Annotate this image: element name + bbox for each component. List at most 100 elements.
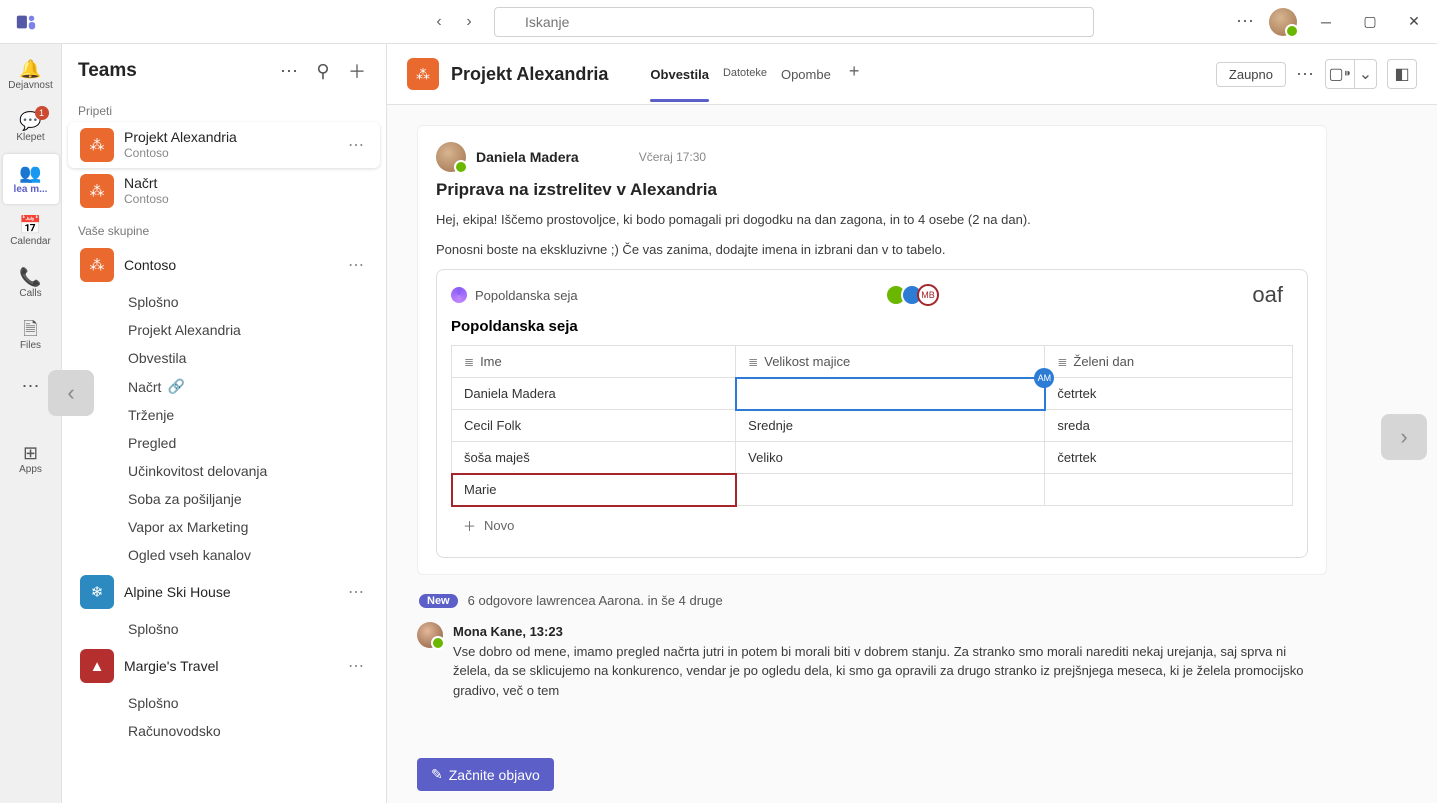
sidebar-filter-button[interactable]: ⚲: [310, 58, 336, 84]
table-cell[interactable]: četrtek: [1045, 442, 1293, 474]
settings-more-button[interactable]: ⋯: [1236, 11, 1255, 32]
channel-label: Pregled: [128, 435, 176, 451]
rail-calls-label: Calls: [19, 288, 41, 299]
table-row[interactable]: Cecil Folk Srednje sreda: [452, 410, 1293, 442]
table-cell[interactable]: Veliko: [736, 442, 1045, 474]
window-maximize-button[interactable]: ▢: [1355, 7, 1385, 37]
table-cell[interactable]: četrtek: [1045, 378, 1293, 410]
profile-avatar[interactable]: [1269, 8, 1297, 36]
channel-item[interactable]: Vapor ax Marketing: [68, 513, 380, 541]
pinned-team-alexandria[interactable]: ⁂ Projekt Alexandria Contoso ⋯: [68, 122, 380, 168]
table-cell-editing[interactable]: AM: [736, 378, 1045, 410]
history-back-button[interactable]: ‹: [426, 9, 452, 35]
sensitivity-button[interactable]: Zaupno: [1216, 62, 1286, 87]
channel-item[interactable]: Učinkovitost delovanja: [68, 457, 380, 485]
rail-calendar[interactable]: 📅 Calendar: [3, 206, 59, 256]
text-column-icon: ≣: [1057, 355, 1067, 369]
table-row[interactable]: šoša maješ Veliko četrtek: [452, 442, 1293, 474]
search-input[interactable]: [494, 7, 1094, 37]
channel-item[interactable]: Pregled: [68, 429, 380, 457]
table-row[interactable]: Marie: [452, 474, 1293, 506]
th-label: Ime: [480, 354, 502, 369]
sidebar-more-button[interactable]: ⋯: [276, 58, 302, 84]
post-author: Daniela Madera: [476, 149, 579, 165]
table-cell[interactable]: [1045, 474, 1293, 506]
loop-title: Popoldanska seja: [451, 318, 1293, 335]
table-cell[interactable]: [736, 474, 1045, 506]
new-conversation-button[interactable]: ✎ Začnite objavo: [417, 758, 554, 791]
table-header[interactable]: ≣Velikost majice: [736, 346, 1045, 378]
channel-item[interactable]: Splošno: [68, 615, 380, 643]
posts-scroll-area[interactable]: Daniela Madera Včeraj 17:30 Priprava na …: [387, 105, 1437, 803]
open-pane-button[interactable]: ◧: [1387, 59, 1417, 89]
rail-calendar-label: Calendar: [10, 236, 51, 247]
post-time: Včeraj 17:30: [639, 150, 706, 164]
table-cell[interactable]: šoša maješ: [452, 442, 736, 474]
add-row-button[interactable]: ＋Novo: [451, 506, 1293, 545]
table-cell-editing[interactable]: Marie: [452, 474, 736, 506]
table-cell[interactable]: Daniela Madera: [452, 378, 736, 410]
post-title: Priprava na izstrelitev v Alexandria: [436, 180, 1308, 200]
channel-item[interactable]: Obvestila: [68, 344, 380, 372]
sidebar-new-button[interactable]: ＋: [344, 58, 370, 84]
author-avatar[interactable]: [436, 142, 466, 172]
pinned-team-nacrt[interactable]: ⁂ Načrt Contoso: [68, 168, 380, 214]
chevron-left-icon: ‹: [67, 380, 74, 406]
channel-item[interactable]: Računovodsko: [68, 717, 380, 745]
rail-chat[interactable]: 1 💬 Klepet: [3, 102, 59, 152]
post-body-line2: Ponosni boste na ekskluzivne ;) Če vas z…: [436, 240, 1308, 260]
channel-more-button[interactable]: ⋯: [1296, 64, 1315, 85]
rail-apps[interactable]: ⊞ Apps: [3, 434, 59, 484]
meet-dropdown-button[interactable]: ⌄: [1355, 59, 1377, 89]
channel-label: Učinkovitost delovanja: [128, 463, 267, 479]
tab-notes[interactable]: Opombe: [781, 61, 831, 88]
team-alpine[interactable]: ❄ Alpine Ski House ⋯: [68, 569, 380, 615]
team-row-more[interactable]: ⋯: [344, 656, 368, 676]
tab-posts[interactable]: Obvestila: [650, 61, 709, 88]
reply-avatar[interactable]: [417, 622, 443, 648]
team-avatar-icon: ⁂: [80, 128, 114, 162]
table-cell[interactable]: sreda: [1045, 410, 1293, 442]
carousel-next-button[interactable]: ›: [1381, 414, 1427, 460]
table-cell[interactable]: Srednje: [736, 410, 1045, 442]
channel-see-all[interactable]: Ogled vseh kanalov: [68, 541, 380, 569]
window-minimize-button[interactable]: ─: [1311, 7, 1341, 37]
channel-item[interactable]: Splošno: [68, 689, 380, 717]
tab-files[interactable]: Datoteke: [723, 61, 767, 88]
table-header[interactable]: ≣Ime: [452, 346, 736, 378]
teams-icon: 👥: [19, 164, 41, 182]
rail-activity[interactable]: 🔔 Dejavnost: [3, 50, 59, 100]
table-header[interactable]: ≣Želeni dan: [1045, 346, 1293, 378]
post-card: Daniela Madera Včeraj 17:30 Priprava na …: [417, 125, 1327, 575]
rail-calls[interactable]: 📞 Calls: [3, 258, 59, 308]
file-icon: 🗎: [23, 320, 37, 338]
team-row-more[interactable]: ⋯: [344, 582, 368, 602]
reply-item: Mona Kane, 13:23 Vse dobro od mene, imam…: [417, 616, 1327, 706]
table-cell[interactable]: Cecil Folk: [452, 410, 736, 442]
meet-now-button[interactable]: ▢⁍: [1325, 59, 1355, 89]
team-contoso[interactable]: ⁂ Contoso ⋯: [68, 242, 380, 288]
carousel-prev-button[interactable]: ‹: [48, 370, 94, 416]
add-tab-button[interactable]: +: [845, 61, 864, 88]
team-row-more[interactable]: ⋯: [344, 135, 368, 155]
team-margie[interactable]: ▲ Margie's Travel ⋯: [68, 643, 380, 689]
loop-presence-avatars: MB: [891, 284, 939, 306]
channel-item[interactable]: Trženje: [68, 401, 380, 429]
loop-table[interactable]: ≣Ime ≣Velikost majice ≣Želeni dan Daniel…: [451, 345, 1293, 506]
replies-summary[interactable]: New 6 odgovore lawrencea Aarona. in še 4…: [417, 589, 1327, 616]
rail-files[interactable]: 🗎 Files: [3, 310, 59, 360]
table-row[interactable]: Daniela Madera AM četrtek: [452, 378, 1293, 410]
channel-item[interactable]: Načrt 🔗: [68, 372, 380, 401]
window-close-button[interactable]: ✕: [1399, 7, 1429, 37]
teams-sidebar: Teams ⋯ ⚲ ＋ Pripeti ⁂ Projekt Alexandria…: [62, 44, 387, 803]
rail-teams[interactable]: 👥 lea m...: [3, 154, 59, 204]
filter-icon: ⚲: [316, 61, 329, 82]
loop-component[interactable]: Popoldanska seja MB oaf Popoldanska seja…: [436, 269, 1308, 558]
history-forward-button[interactable]: ›: [456, 9, 482, 35]
channel-item[interactable]: Splošno: [68, 288, 380, 316]
channel-item[interactable]: Soba za pošiljanje: [68, 485, 380, 513]
apps-icon: ⊞: [23, 444, 38, 462]
channel-label: Računovodsko: [128, 723, 221, 739]
team-row-more[interactable]: ⋯: [344, 255, 368, 275]
channel-item[interactable]: Projekt Alexandria: [68, 316, 380, 344]
